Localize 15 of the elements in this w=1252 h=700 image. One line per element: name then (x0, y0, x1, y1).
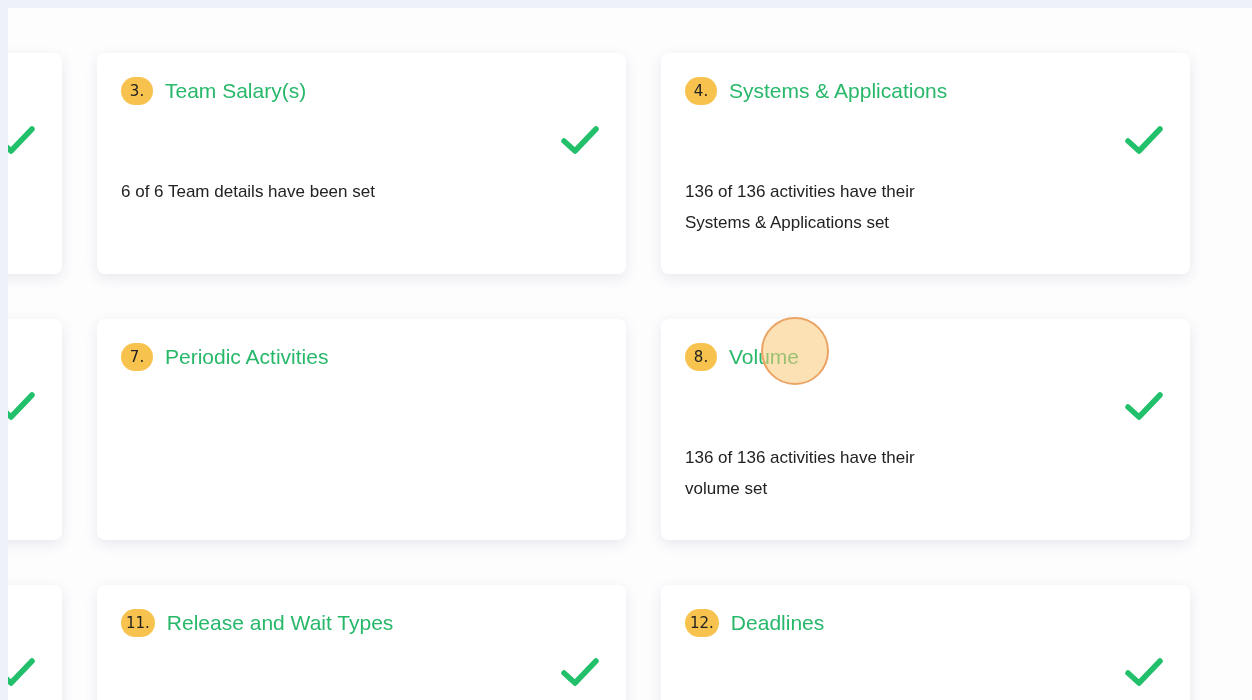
card-description: 136 of 136 activities have their Systems & Applications set (685, 181, 916, 234)
card-title[interactable]: Systems & Applications (729, 79, 948, 103)
step-number: 8. (685, 343, 717, 371)
card-description: 6 of 6 Team details have been set (121, 181, 376, 203)
card-title[interactable]: Periodic Activities (165, 345, 329, 369)
step-number: 4. (685, 77, 717, 105)
card-description: 136 of 136 activities have their volume set (685, 447, 916, 500)
card-title[interactable]: Deadlines (730, 611, 825, 635)
step-number: 3. (121, 77, 153, 105)
step-number: 7. (121, 343, 153, 371)
step-number: 11. (121, 609, 155, 637)
step-number: 12. (685, 609, 719, 637)
card-title[interactable]: Team Salary(s) (165, 79, 307, 103)
card-title[interactable]: Volume (729, 345, 800, 369)
card-title[interactable]: Release and Wait Types (166, 611, 394, 635)
